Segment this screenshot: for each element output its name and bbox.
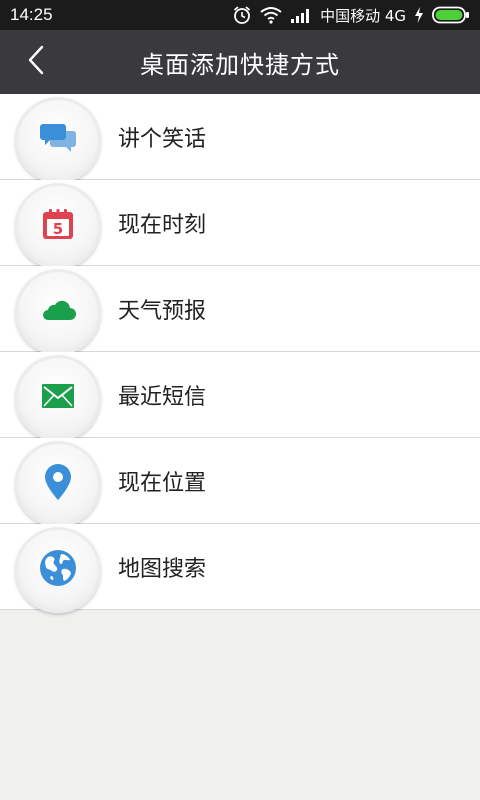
shortcut-label: 最近短信 bbox=[118, 385, 207, 410]
shortcut-item-time[interactable]: 5 现在时刻 bbox=[0, 180, 480, 269]
alarm-icon bbox=[232, 5, 252, 25]
shortcut-item-map-search[interactable]: 地图搜索 bbox=[0, 524, 480, 613]
icon-badge bbox=[15, 527, 101, 613]
title-bar: 桌面添加快捷方式 bbox=[0, 30, 480, 94]
shortcut-label: 现在时刻 bbox=[118, 213, 207, 238]
back-button[interactable] bbox=[18, 44, 54, 80]
shortcut-item-joke[interactable]: 讲个笑话 bbox=[0, 94, 480, 183]
cloud-icon bbox=[40, 299, 76, 325]
page-title: 桌面添加快捷方式 bbox=[140, 50, 340, 79]
shortcut-item-weather[interactable]: 天气预报 bbox=[0, 266, 480, 355]
shortcut-list: 讲个笑话 5 现在时刻 天气预报 最近短信 现在位置 地图搜索 bbox=[0, 94, 480, 613]
icon-badge: 5 bbox=[15, 183, 101, 269]
signal-icon bbox=[290, 7, 312, 23]
icon-badge bbox=[15, 441, 101, 527]
icon-badge bbox=[15, 97, 101, 183]
envelope-icon bbox=[41, 383, 75, 413]
shortcut-item-sms[interactable]: 最近短信 bbox=[0, 352, 480, 441]
shortcut-label: 讲个笑话 bbox=[118, 127, 207, 152]
chat-bubbles-icon bbox=[39, 122, 77, 158]
battery-icon bbox=[432, 6, 470, 24]
icon-badge bbox=[15, 269, 101, 355]
calendar-icon: 5 bbox=[42, 208, 74, 244]
shortcut-label: 现在位置 bbox=[118, 471, 207, 496]
shortcut-item-location[interactable]: 现在位置 bbox=[0, 438, 480, 527]
globe-icon bbox=[39, 549, 77, 591]
status-time: 14:25 bbox=[10, 5, 53, 24]
charging-icon bbox=[414, 7, 424, 23]
status-bar: 14:25 中国移动 4G bbox=[0, 0, 480, 30]
shortcut-label: 天气预报 bbox=[118, 299, 207, 324]
chevron-left-icon bbox=[26, 44, 46, 80]
shortcut-label: 地图搜索 bbox=[118, 557, 207, 582]
calendar-day: 5 bbox=[53, 220, 63, 238]
icon-badge bbox=[15, 355, 101, 441]
carrier-label: 中国移动 4G bbox=[320, 6, 406, 25]
wifi-icon bbox=[260, 6, 282, 24]
status-indicators: 中国移动 4G bbox=[232, 5, 470, 26]
location-pin-icon bbox=[44, 463, 72, 505]
